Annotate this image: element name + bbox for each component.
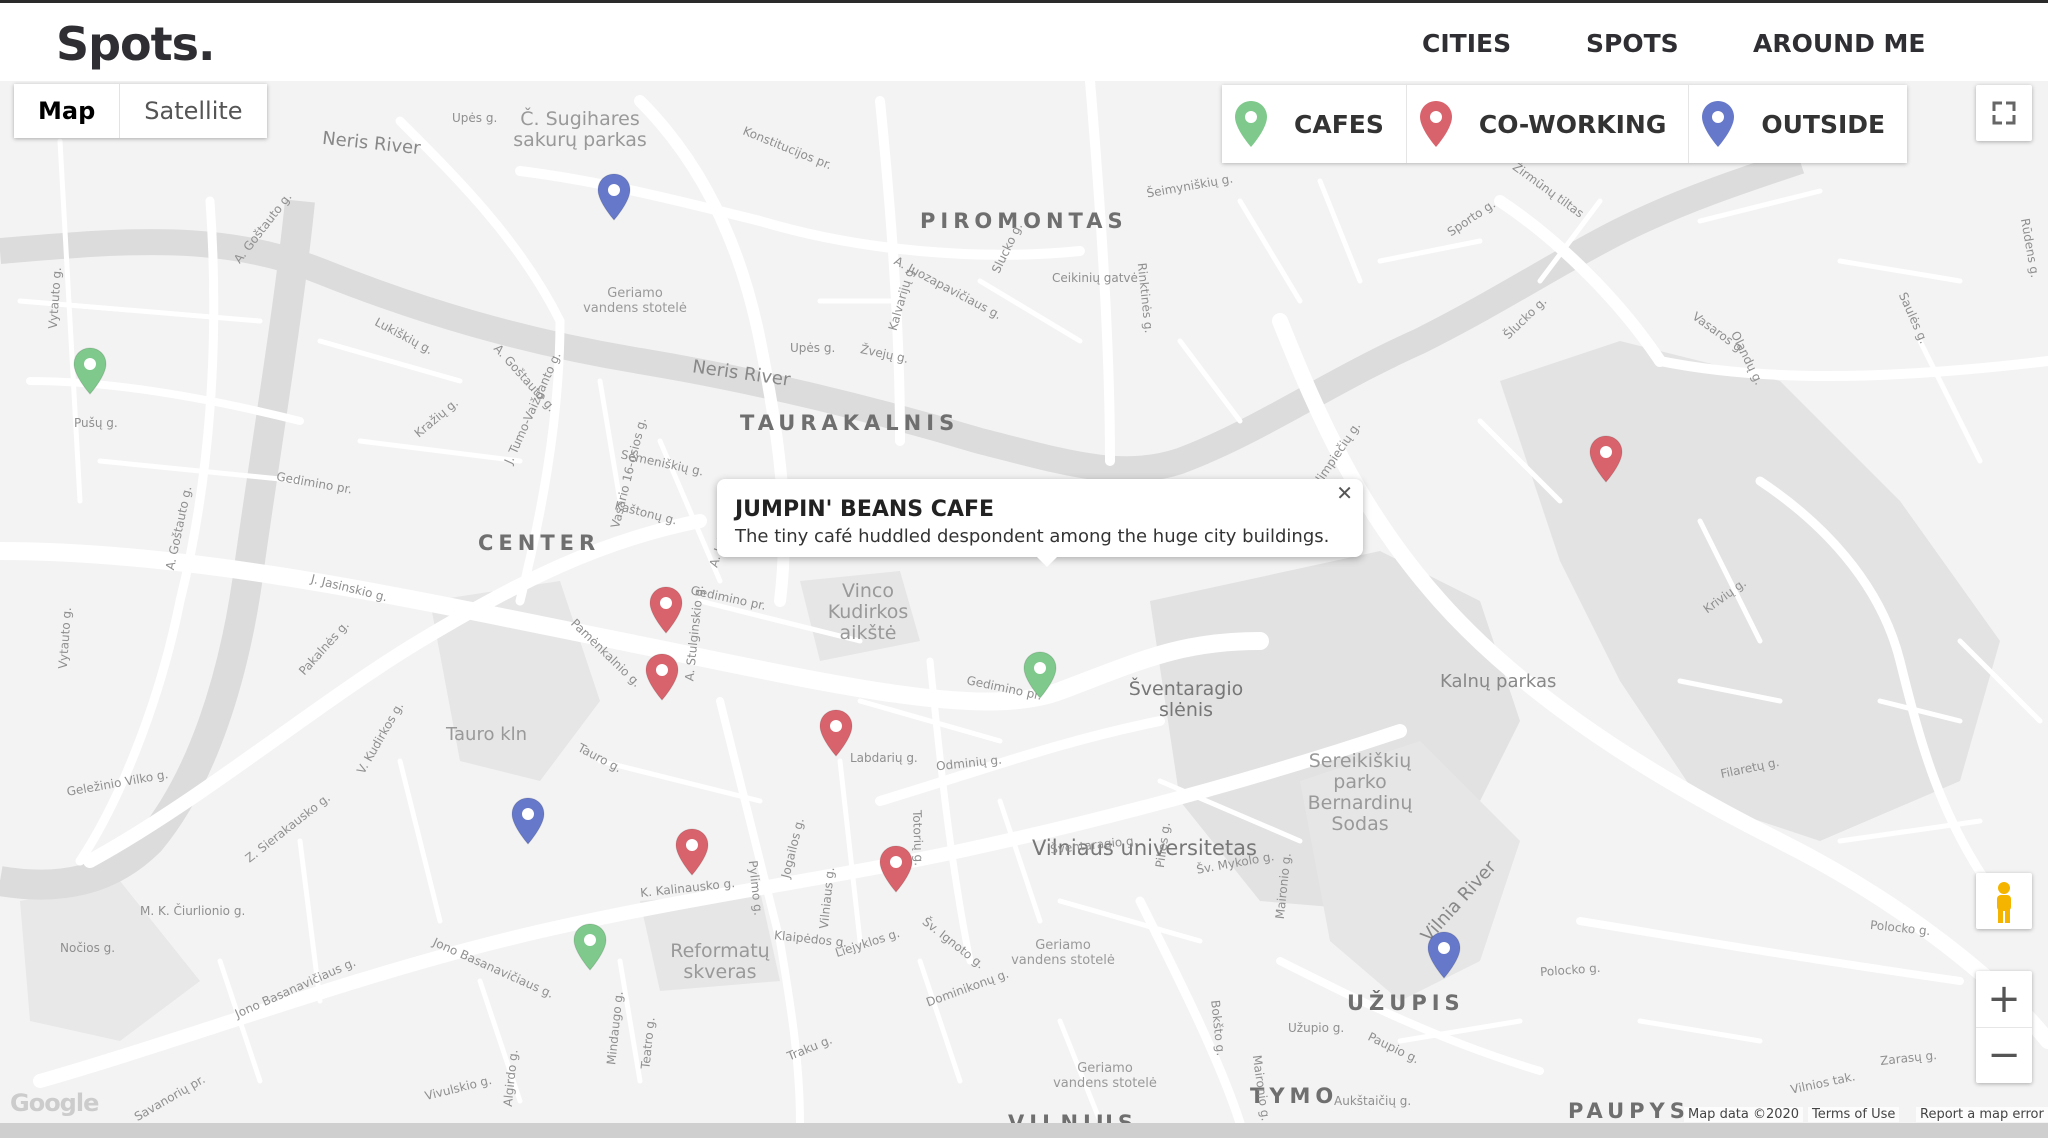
legend-item-cafes[interactable]: CAFES bbox=[1222, 85, 1407, 163]
poi-label: Geriamo vandens stotelė bbox=[1011, 938, 1115, 968]
street-label: M. K. Čiurlionio g. bbox=[140, 904, 246, 918]
map-data-attribution: Map data ©2020 bbox=[1684, 1107, 1804, 1122]
street-label: Labdarių g. bbox=[850, 751, 918, 765]
street-label: Upės g. bbox=[790, 341, 836, 355]
district-label: UŽUPIS bbox=[1347, 991, 1465, 1015]
logo[interactable]: Spots. bbox=[56, 17, 216, 71]
street-label: Pušų g. bbox=[74, 416, 118, 430]
map-pin-outside[interactable] bbox=[1427, 931, 1461, 984]
district-label: CENTER bbox=[478, 531, 601, 555]
map-pin-icon bbox=[1235, 101, 1267, 147]
legend-label: CO-WORKING bbox=[1478, 109, 1667, 139]
place-label: Vinco Kudirkos aikštė bbox=[827, 580, 909, 644]
zoom-out-button[interactable]: − bbox=[1976, 1028, 2032, 1083]
district-label: PAUPYS bbox=[1568, 1099, 1690, 1123]
terms-of-use-link[interactable]: Terms of Use bbox=[1808, 1107, 1900, 1122]
map-type-satellite-button[interactable]: Satellite bbox=[120, 84, 266, 138]
place-label: Tauro kln bbox=[446, 724, 528, 745]
street-view-button[interactable] bbox=[1976, 873, 2032, 929]
street-label: Upės g. bbox=[452, 111, 498, 125]
info-window-title: JUMPIN' BEANS CAFE bbox=[735, 497, 995, 522]
map-pin-outside[interactable] bbox=[511, 797, 545, 850]
nav-cities[interactable]: CITIES bbox=[1422, 29, 1511, 58]
map-pin-cafe[interactable] bbox=[573, 923, 607, 976]
park-label: Kalnų parkas bbox=[1440, 671, 1557, 692]
map-type-map-button[interactable]: Map bbox=[14, 84, 121, 138]
spot-type-legend: CAFES CO-WORKING OUTSIDE bbox=[1222, 85, 1908, 163]
place-label: Šventaragio slėnis bbox=[1128, 678, 1244, 721]
poi-label: Geriamo vandens stotelė bbox=[583, 286, 687, 316]
fullscreen-button[interactable] bbox=[1976, 85, 2032, 141]
close-icon[interactable]: ✕ bbox=[1336, 481, 1353, 506]
info-window-pointer bbox=[1035, 555, 1059, 567]
info-window: JUMPIN' BEANS CAFE The tiny café huddled… bbox=[717, 479, 1363, 567]
place-label: Sereikiškių parko Bernardinų Sodas bbox=[1307, 750, 1413, 835]
map-pin-co-working[interactable] bbox=[645, 653, 679, 706]
zoom-control: + − bbox=[1976, 971, 2032, 1083]
district-label: TAURAKALNIS bbox=[740, 411, 960, 435]
poi-label: Geriamo vandens stotelė bbox=[1053, 1061, 1157, 1091]
fullscreen-icon bbox=[1992, 101, 2016, 125]
map-pin-cafe[interactable] bbox=[1023, 651, 1057, 704]
street-view-pegman-icon bbox=[1997, 882, 2011, 923]
nav-spots[interactable]: SPOTS bbox=[1586, 29, 1679, 58]
google-logo[interactable]: Google bbox=[10, 1089, 99, 1117]
window-bottom-bar bbox=[0, 1123, 2048, 1138]
zoom-in-button[interactable]: + bbox=[1976, 971, 2032, 1028]
street-label: Nočios g. bbox=[60, 941, 116, 955]
street-label: Aukštaičių g. bbox=[1334, 1094, 1412, 1108]
map-pin-co-working[interactable] bbox=[819, 709, 853, 762]
map-pin-co-working[interactable] bbox=[879, 845, 913, 898]
map-pin-cafe[interactable] bbox=[73, 347, 107, 400]
legend-item-co-working[interactable]: CO-WORKING bbox=[1407, 85, 1690, 163]
map-pin-icon bbox=[1702, 101, 1735, 147]
legend-item-outside[interactable]: OUTSIDE bbox=[1689, 85, 1907, 163]
map-pin-co-working[interactable] bbox=[1589, 435, 1623, 488]
map-canvas[interactable]: PIROMONTAS TAURAKALNIS CENTER UŽUPIS TYM… bbox=[0, 81, 2048, 1123]
map-type-control: Map Satellite bbox=[14, 84, 267, 138]
place-label: Č. Sugihares sakurų parkas bbox=[513, 108, 647, 151]
site-header: Spots. CITIES SPOTS AROUND ME bbox=[0, 3, 2048, 81]
info-window-description: The tiny café huddled despondent among t… bbox=[735, 526, 1330, 547]
street-label: Užupio g. bbox=[1288, 1021, 1345, 1035]
map-pin-co-working[interactable] bbox=[675, 828, 709, 881]
legend-label: OUTSIDE bbox=[1761, 109, 1886, 139]
map-pin-co-working[interactable] bbox=[649, 586, 683, 639]
nav-around-me[interactable]: AROUND ME bbox=[1753, 29, 1926, 58]
place-label: Reformatų skveras bbox=[670, 940, 770, 983]
map-pin-icon bbox=[1419, 101, 1452, 147]
map-pin-outside[interactable] bbox=[597, 173, 631, 226]
legend-label: CAFES bbox=[1294, 109, 1384, 139]
report-map-error-link[interactable]: Report a map error bbox=[1916, 1107, 2048, 1122]
street-label: Ceikinių gatvė bbox=[1052, 271, 1138, 285]
district-label: VILNIUS bbox=[1008, 1111, 1139, 1123]
